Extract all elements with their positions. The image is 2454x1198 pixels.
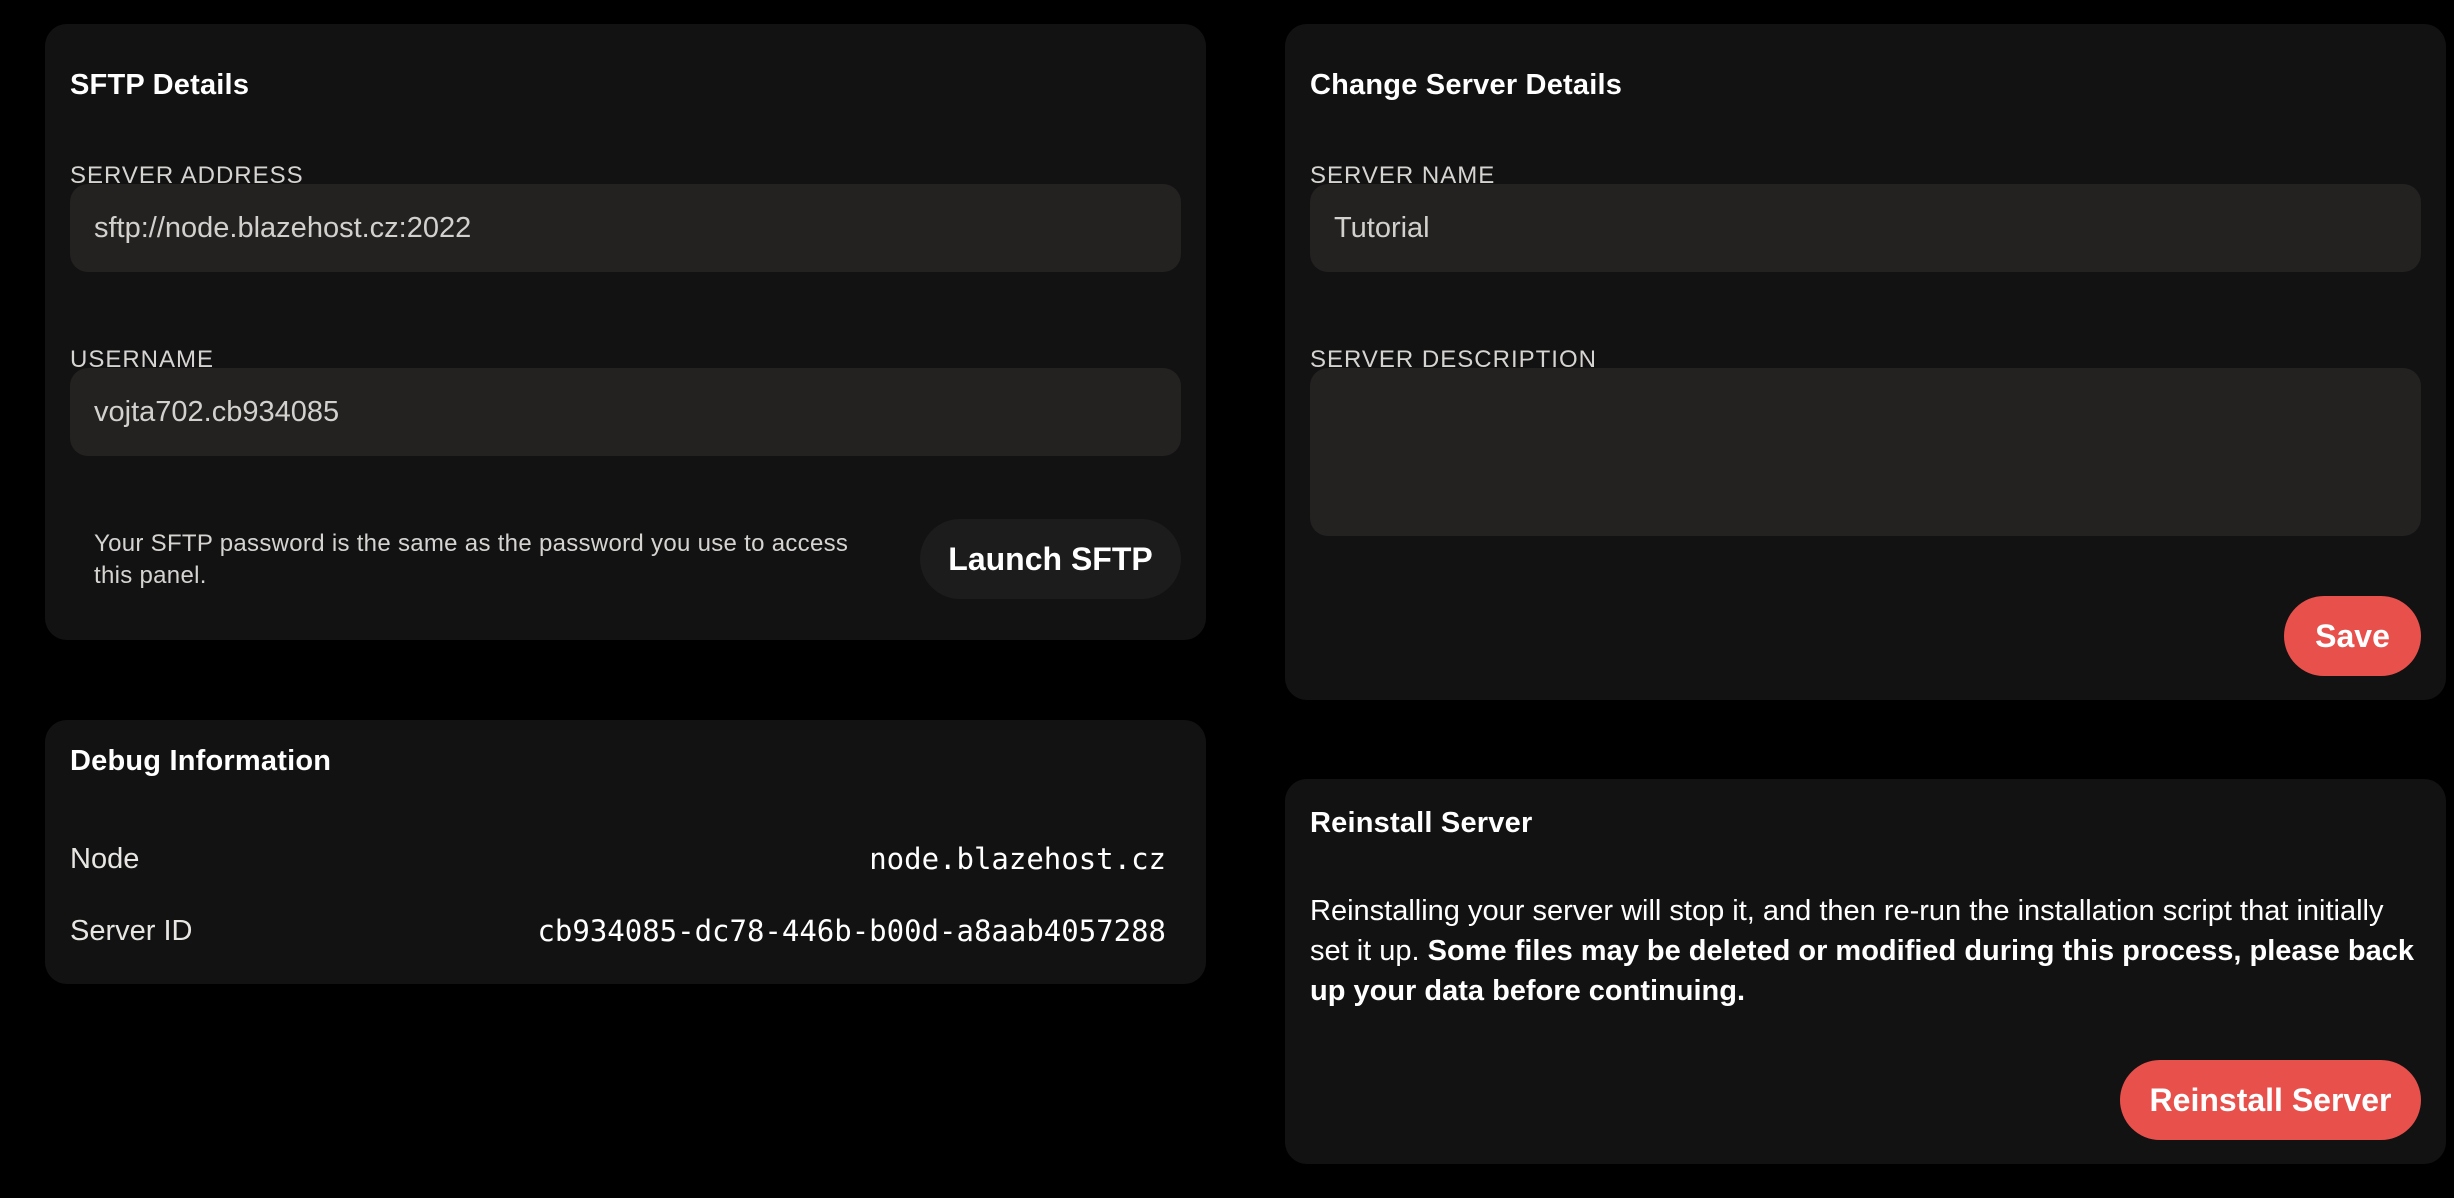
debug-server-id-value: cb934085-dc78-446b-b00d-a8aab4057288	[537, 914, 1166, 948]
reinstall-server-button[interactable]: Reinstall Server	[2120, 1060, 2421, 1140]
debug-node-label: Node	[70, 843, 140, 875]
sftp-details-title: SFTP Details	[70, 69, 250, 101]
reinstall-warning-strong: Some files may be deleted or modified du…	[1310, 935, 2414, 1007]
debug-server-id-label: Server ID	[70, 915, 193, 947]
server-name-input[interactable]	[1310, 184, 2421, 272]
save-button[interactable]: Save	[2284, 596, 2421, 676]
debug-node-value: node.blazehost.cz	[869, 842, 1166, 876]
server-address-input[interactable]	[70, 184, 1181, 272]
sftp-password-note: Your SFTP password is the same as the pa…	[94, 530, 849, 589]
debug-information-card: Debug Information Node node.blazehost.cz…	[45, 720, 1206, 984]
change-server-details-card: Change Server Details Server Name Server…	[1285, 24, 2446, 700]
launch-sftp-button[interactable]: Launch SFTP	[920, 519, 1181, 599]
reinstall-server-title: Reinstall Server	[1310, 807, 1533, 839]
change-server-details-title: Change Server Details	[1310, 69, 1623, 101]
reinstall-warning-text: Reinstalling your server will stop it, a…	[1310, 891, 2420, 1011]
reinstall-server-card: Reinstall Server Reinstalling your serve…	[1285, 779, 2446, 1164]
username-input[interactable]	[70, 368, 1181, 456]
debug-information-title: Debug Information	[70, 745, 332, 777]
sftp-details-card: SFTP Details Server Address Username You…	[45, 24, 1206, 640]
server-description-textarea[interactable]	[1310, 368, 2421, 536]
